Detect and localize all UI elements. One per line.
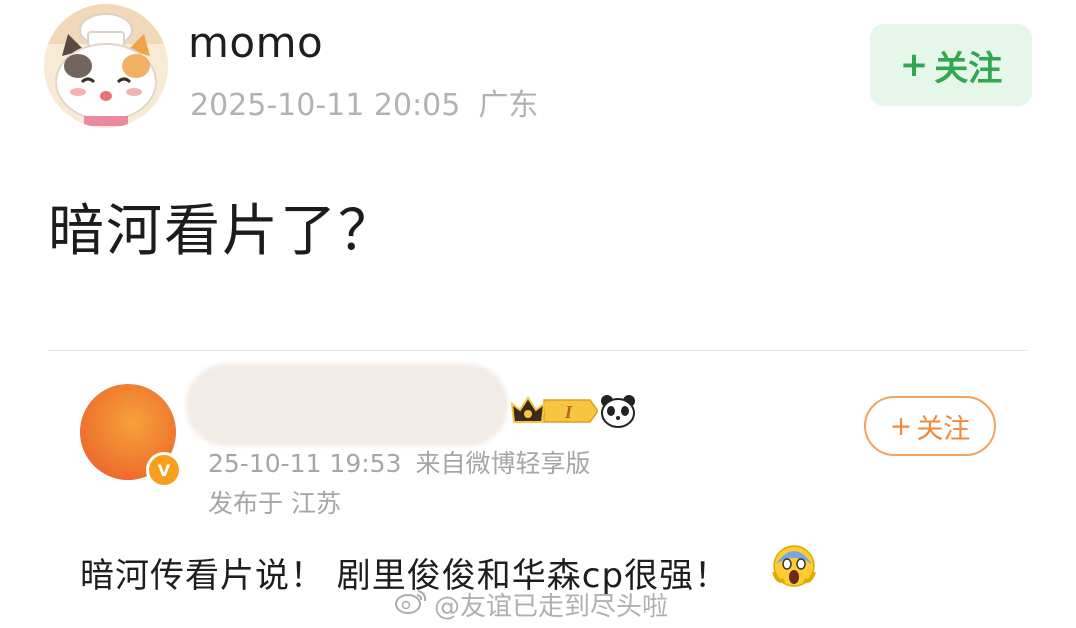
screaming-face-emoji-icon [772, 544, 816, 594]
crown-badge-icon: I [510, 396, 599, 430]
follow-button-label: 关注 [934, 48, 1003, 89]
post-username[interactable]: momo [188, 18, 323, 67]
plus-icon: + [889, 410, 913, 442]
watermark: @友谊已走到尽头啦 [394, 586, 668, 623]
comment-published-location: 发布于 江苏 [208, 489, 341, 518]
badge-level-text: I [564, 402, 573, 422]
panda-icon [600, 394, 636, 432]
follow-button-secondary[interactable]: + 关注 [864, 396, 996, 456]
cat-chef-avatar-icon [44, 4, 168, 128]
verified-v-icon: V [146, 452, 182, 488]
post-date: 2025-10-11 20:05 [190, 88, 461, 123]
follow-button-primary[interactable]: + 关注 [870, 24, 1032, 106]
comment-username-blurred[interactable] [186, 364, 508, 446]
plus-icon: + [899, 45, 929, 85]
post-text: 暗河看片了？ [48, 199, 396, 264]
follow-button-label: 关注 [916, 413, 971, 445]
post-location: 广东 [478, 88, 539, 123]
comment-source[interactable]: 来自微博轻享版 [415, 449, 590, 478]
post-meta: 2025-10-11 20:05 广东 [190, 80, 538, 124]
comment-meta: 25-10-11 19:53 来自微博轻享版 [208, 444, 591, 480]
watermark-text: @友谊已走到尽头啦 [434, 592, 669, 622]
post-avatar[interactable] [44, 4, 168, 128]
weibo-logo-icon [394, 587, 428, 622]
comment-date: 25-10-11 19:53 [208, 449, 402, 478]
divider [48, 350, 1028, 351]
